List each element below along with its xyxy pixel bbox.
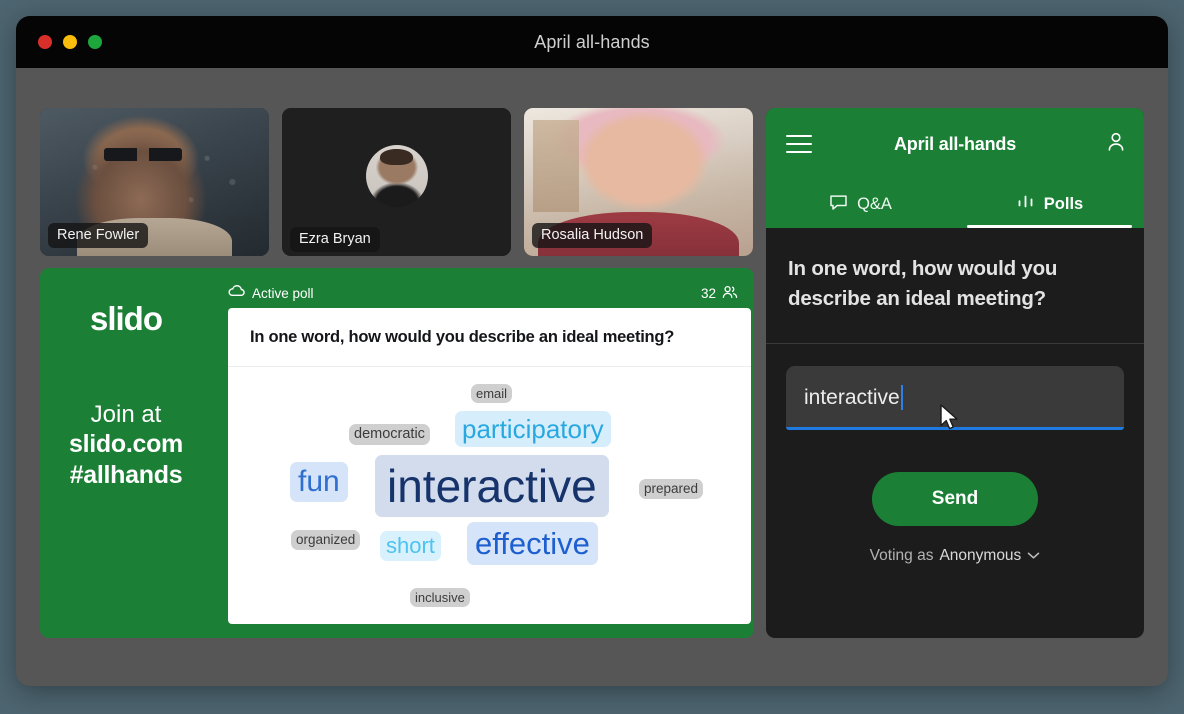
participant-poll-question: In one word, how would you describe an i… bbox=[766, 228, 1144, 344]
poll-status: Active poll bbox=[228, 285, 314, 301]
voting-as-selector[interactable]: Voting as Anonymous bbox=[786, 547, 1124, 565]
participant-name-label: Rosalia Hudson bbox=[532, 223, 652, 248]
wordcloud-word: prepared bbox=[639, 479, 703, 499]
video-decor-door bbox=[533, 120, 579, 212]
participant-count: 32 bbox=[701, 286, 716, 301]
wordcloud: email participatory democraticfun interacti… bbox=[228, 367, 751, 617]
participant-name-label: Ezra Bryan bbox=[290, 227, 380, 252]
wordcloud-word: organized bbox=[291, 530, 360, 550]
tab-qa-label: Q&A bbox=[857, 195, 892, 214]
video-tile-rosalia-hudson[interactable]: Rosalia Hudson bbox=[524, 108, 753, 256]
wordcloud-word: interactive bbox=[375, 455, 609, 517]
slido-logo: slido bbox=[90, 300, 162, 338]
tab-polls-label: Polls bbox=[1044, 195, 1083, 214]
wordcloud-word: fun bbox=[290, 462, 348, 502]
answer-input-value-row: interactive bbox=[786, 385, 903, 410]
join-code: #allhands bbox=[69, 460, 183, 491]
participant-panel-topbar: April all-hands bbox=[766, 108, 1144, 180]
window-title: April all-hands bbox=[16, 32, 1168, 53]
video-tile-ezra-bryan[interactable]: Ezra Bryan bbox=[282, 108, 511, 256]
window-body: Rene Fowler Ezra Bryan Rosalia Hudson bbox=[16, 68, 1168, 686]
minimize-window-button[interactable] bbox=[63, 35, 77, 49]
hamburger-icon[interactable] bbox=[786, 135, 812, 153]
participant-answer-zone: interactive Send Voting as Anonymous bbox=[766, 344, 1144, 565]
wordcloud-word: inclusive bbox=[410, 588, 470, 607]
join-label: Join at bbox=[69, 400, 183, 429]
voting-as-prefix: Voting as bbox=[870, 547, 934, 565]
cloud-icon bbox=[228, 285, 245, 301]
answer-input[interactable]: interactive bbox=[786, 366, 1124, 430]
wordcloud-word: short bbox=[380, 531, 441, 561]
chevron-down-icon bbox=[1027, 547, 1040, 565]
window-titlebar: April all-hands bbox=[16, 16, 1168, 68]
app-window: April all-hands Rene Fowler Ezra Bryan bbox=[16, 16, 1168, 686]
participant-name-label: Rene Fowler bbox=[48, 223, 148, 248]
join-instructions: Join at slido.com #allhands bbox=[69, 400, 183, 490]
close-window-button[interactable] bbox=[38, 35, 52, 49]
tab-qa[interactable]: Q&A bbox=[766, 180, 955, 228]
wordcloud-word: email bbox=[471, 384, 512, 403]
participant-panel-tabs: Q&A Polls bbox=[766, 180, 1144, 228]
traffic-light-buttons bbox=[38, 16, 102, 68]
poll-meta-bar: Active poll 32 bbox=[228, 280, 738, 306]
poll-result-card: In one word, how would you describe an i… bbox=[228, 308, 751, 624]
video-tile-rene-fowler[interactable]: Rene Fowler bbox=[40, 108, 269, 256]
wordcloud-word: democratic bbox=[349, 424, 430, 445]
wordcloud-word: participatory bbox=[455, 411, 611, 447]
poll-status-label: Active poll bbox=[252, 286, 314, 301]
voting-as-name: Anonymous bbox=[939, 547, 1021, 565]
input-focus-underline bbox=[786, 427, 1124, 430]
avatar bbox=[366, 145, 428, 207]
poll-question: In one word, how would you describe an i… bbox=[228, 308, 751, 367]
send-button[interactable]: Send bbox=[872, 472, 1038, 526]
text-caret bbox=[901, 385, 903, 410]
zoom-window-button[interactable] bbox=[88, 35, 102, 49]
answer-input-value: interactive bbox=[804, 386, 900, 410]
people-icon bbox=[722, 285, 738, 302]
bar-chart-icon bbox=[1016, 193, 1035, 216]
participant-panel-header: April all-hands bbox=[766, 108, 1144, 228]
avatar-decor-hair bbox=[380, 149, 412, 165]
participant-count-group: 32 bbox=[701, 285, 738, 302]
wordcloud-word: effective bbox=[467, 522, 598, 565]
join-url: slido.com bbox=[69, 429, 183, 460]
slido-participant-panel: April all-hands bbox=[766, 108, 1144, 638]
slido-presenter-panel: slido Join at slido.com #allhands Active… bbox=[40, 268, 754, 638]
participant-panel-title: April all-hands bbox=[894, 134, 1016, 155]
chat-bubble-icon bbox=[829, 193, 848, 216]
video-decor-glasses bbox=[104, 148, 182, 161]
person-icon[interactable] bbox=[1106, 131, 1126, 158]
tab-polls[interactable]: Polls bbox=[955, 180, 1144, 228]
video-tile-strip: Rene Fowler Ezra Bryan Rosalia Hudson bbox=[40, 108, 754, 256]
slido-brand-column: slido Join at slido.com #allhands bbox=[40, 268, 212, 638]
